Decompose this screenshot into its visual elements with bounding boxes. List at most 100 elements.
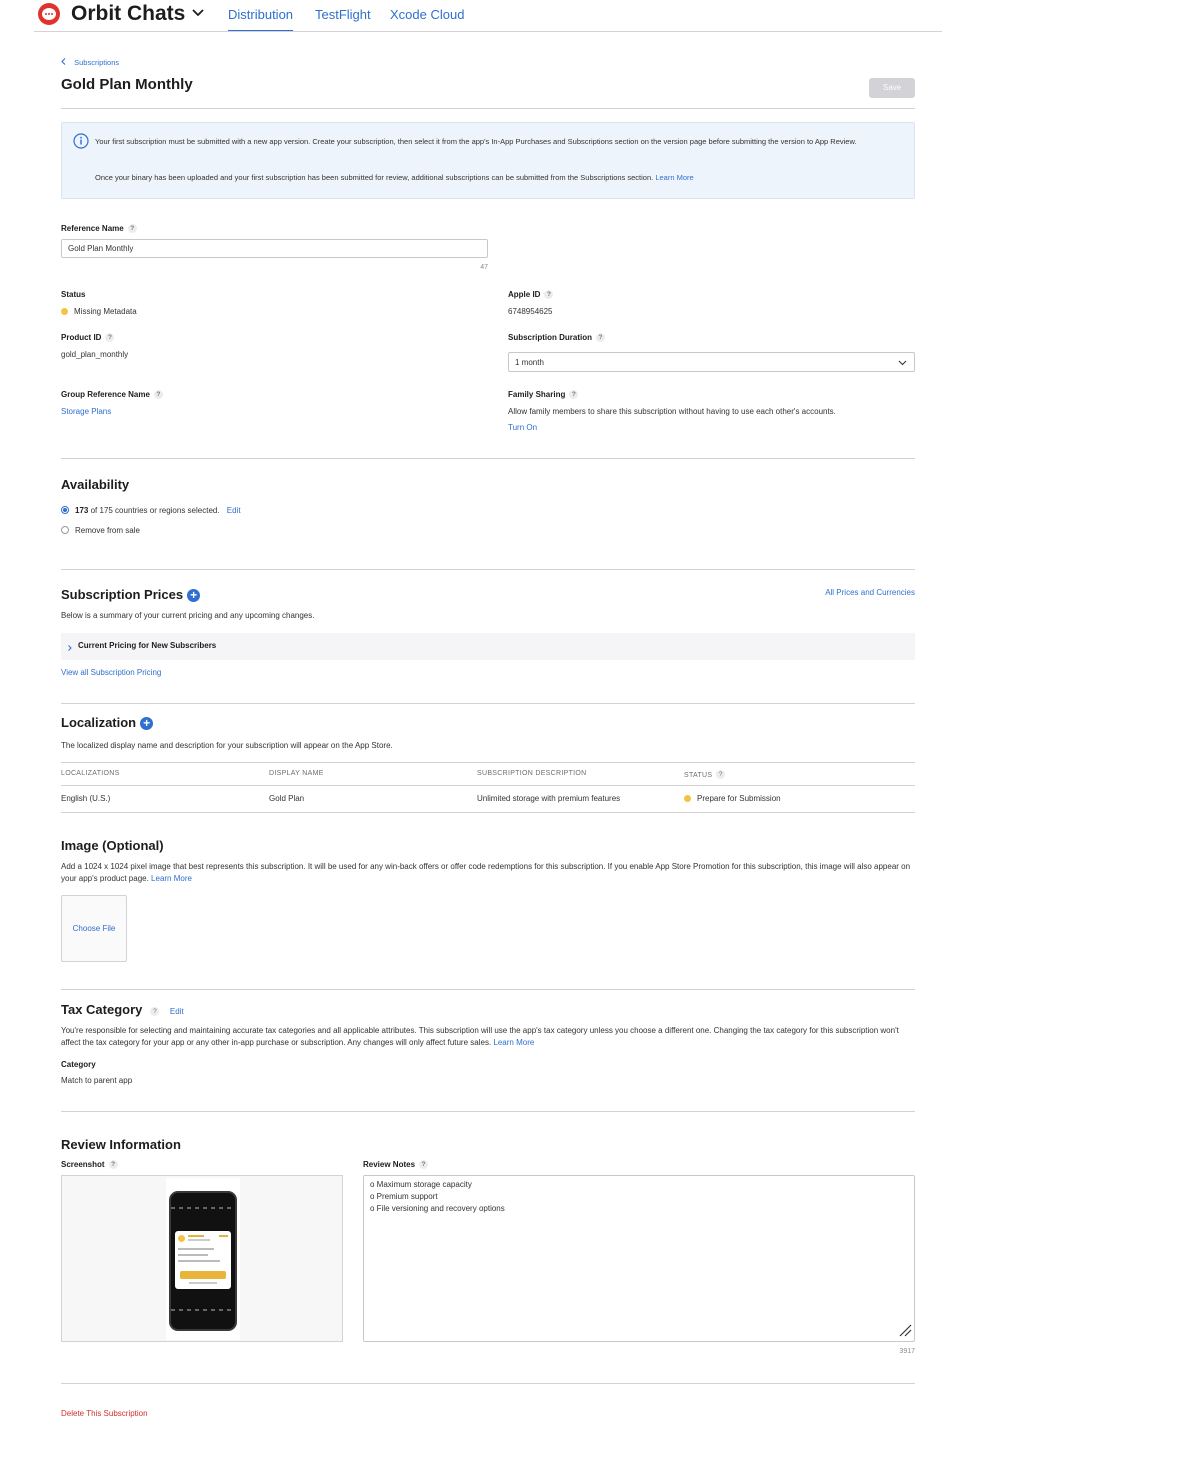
phone-card xyxy=(175,1231,231,1289)
localization-header: Localization + xyxy=(61,715,154,730)
notice-learn-more-link[interactable]: Learn More xyxy=(655,173,693,182)
product-id-label: Product ID? xyxy=(61,333,115,342)
family-sharing-desc: Allow family members to share this subsc… xyxy=(508,407,836,416)
table-header-status-text: STATUS xyxy=(684,772,713,779)
localization-display-name: Gold Plan xyxy=(269,794,305,803)
header-divider xyxy=(34,31,942,32)
tax-category-label: Category xyxy=(61,1060,96,1069)
choose-file-button[interactable]: Choose File xyxy=(61,895,127,962)
section-divider xyxy=(61,1383,915,1384)
app-logo-icon xyxy=(38,3,60,25)
apple-id-label: Apple ID? xyxy=(508,290,554,299)
page-title: Gold Plan Monthly xyxy=(61,76,193,93)
add-localization-icon[interactable]: + xyxy=(140,717,154,730)
reference-name-count: 47 xyxy=(480,264,488,271)
add-price-icon[interactable]: + xyxy=(187,589,201,602)
help-icon[interactable]: ? xyxy=(105,333,115,342)
review-notes-count: 3917 xyxy=(899,1348,915,1355)
help-icon[interactable]: ? xyxy=(127,224,137,233)
help-icon[interactable]: ? xyxy=(569,390,579,399)
group-link[interactable]: Storage Plans xyxy=(61,407,111,416)
localization-locale-link[interactable]: English (U.S.) xyxy=(61,794,110,803)
help-icon[interactable]: ? xyxy=(419,1160,429,1169)
availability-selected-text: of 175 countries or regions selected. xyxy=(90,506,220,515)
section-divider xyxy=(61,569,915,570)
screenshot-label: Screenshot? xyxy=(61,1160,118,1169)
review-note-line: o Maximum storage capacity xyxy=(370,1180,472,1189)
section-divider xyxy=(61,1111,915,1112)
tax-edit-link[interactable]: Edit xyxy=(170,1007,184,1016)
table-header-status: STATUS? xyxy=(684,770,726,779)
tax-header: Tax Category? Edit xyxy=(61,1002,184,1017)
review-notes-textarea[interactable]: o Maximum storage capacity o Premium sup… xyxy=(363,1175,915,1342)
help-icon[interactable]: ? xyxy=(150,1007,160,1016)
status-value-text: Missing Metadata xyxy=(74,307,137,316)
apple-id-value: 6748954625 xyxy=(508,307,553,316)
product-id-value: gold_plan_monthly xyxy=(61,350,129,359)
tax-category-value: Match to parent app xyxy=(61,1076,133,1085)
tab-xcode-cloud[interactable]: Xcode Cloud xyxy=(390,7,464,22)
resize-handle-icon[interactable] xyxy=(898,1323,912,1339)
availability-selected-option[interactable]: 173 of 175 countries or regions selected… xyxy=(61,506,241,515)
app-switcher[interactable]: Orbit Chats xyxy=(71,1,204,27)
screenshot-label-text: Screenshot xyxy=(61,1160,105,1169)
breadcrumb[interactable]: Subscriptions xyxy=(61,58,119,67)
radio-unselected-icon[interactable] xyxy=(61,526,69,534)
duration-select-value: 1 month xyxy=(515,358,544,367)
radio-selected-icon[interactable] xyxy=(61,506,69,514)
tab-testflight[interactable]: TestFlight xyxy=(315,7,371,22)
review-title: Review Information xyxy=(61,1137,181,1152)
table-header-display-name: DISPLAY NAME xyxy=(269,770,324,777)
tax-learn-more-link[interactable]: Learn More xyxy=(493,1038,534,1047)
localization-status-text: Prepare for Submission xyxy=(697,794,781,803)
notice-line-2: Once your binary has been uploaded and y… xyxy=(95,172,895,184)
save-button[interactable]: Save xyxy=(869,78,915,98)
table-header-divider xyxy=(61,785,915,786)
help-icon[interactable]: ? xyxy=(108,1160,118,1169)
tax-desc-text: You're responsible for selecting and mai… xyxy=(61,1026,899,1047)
status-label: Status xyxy=(61,290,86,299)
table-header-localizations: LOCALIZATIONS xyxy=(61,770,120,777)
group-label: Group Reference Name? xyxy=(61,390,163,399)
family-sharing-label: Family Sharing? xyxy=(508,390,579,399)
family-sharing-turn-on[interactable]: Turn On xyxy=(508,423,537,432)
current-pricing-row[interactable]: Current Pricing for New Subscribers xyxy=(61,633,915,660)
info-notice: Your first subscription must be submitte… xyxy=(61,122,915,199)
help-icon[interactable]: ? xyxy=(596,333,605,342)
view-all-pricing-link[interactable]: View all Subscription Pricing xyxy=(61,668,161,677)
group-label-text: Group Reference Name xyxy=(61,390,150,399)
breadcrumb-label: Subscriptions xyxy=(74,58,120,67)
tab-distribution-label: Distribution xyxy=(228,7,294,22)
tab-distribution[interactable]: Distribution xyxy=(228,7,294,32)
localization-table-top xyxy=(61,762,915,763)
help-icon[interactable]: ? xyxy=(153,390,163,399)
localization-desc: The localized display name and descripti… xyxy=(61,741,393,750)
delete-subscription-link[interactable]: Delete This Subscription xyxy=(61,1409,148,1418)
help-icon[interactable]: ? xyxy=(544,290,554,299)
chevron-down-icon xyxy=(898,358,907,368)
table-header-description: SUBSCRIPTION DESCRIPTION xyxy=(477,770,587,777)
all-prices-link[interactable]: All Prices and Currencies xyxy=(700,588,915,597)
help-icon[interactable]: ? xyxy=(716,770,726,779)
reference-name-label-text: Reference Name xyxy=(61,224,124,233)
tab-xcode-cloud-label: Xcode Cloud xyxy=(390,7,465,22)
section-divider xyxy=(61,703,915,704)
screenshot-box[interactable] xyxy=(61,1175,343,1342)
reference-name-label: Reference Name? xyxy=(61,224,137,233)
reference-name-input[interactable] xyxy=(61,239,488,258)
chevron-down-icon xyxy=(192,9,204,19)
apple-id-label-text: Apple ID xyxy=(508,290,541,299)
remove-from-sale-option[interactable]: Remove from sale xyxy=(61,526,140,535)
family-sharing-label-text: Family Sharing xyxy=(508,390,566,399)
title-divider xyxy=(61,108,915,109)
availability-edit-link[interactable]: Edit xyxy=(227,506,241,515)
remove-from-sale-label: Remove from sale xyxy=(75,526,140,535)
duration-label-text: Subscription Duration xyxy=(508,333,592,342)
review-notes-label-text: Review Notes xyxy=(363,1160,416,1169)
current-pricing-label: Current Pricing for New Subscribers xyxy=(78,641,217,650)
image-learn-more-link[interactable]: Learn More xyxy=(151,874,192,883)
tax-desc: You're responsible for selecting and mai… xyxy=(61,1025,917,1049)
app-name: Orbit Chats xyxy=(71,2,186,25)
duration-select[interactable]: 1 month xyxy=(508,352,915,372)
screenshot-image xyxy=(166,1178,240,1340)
